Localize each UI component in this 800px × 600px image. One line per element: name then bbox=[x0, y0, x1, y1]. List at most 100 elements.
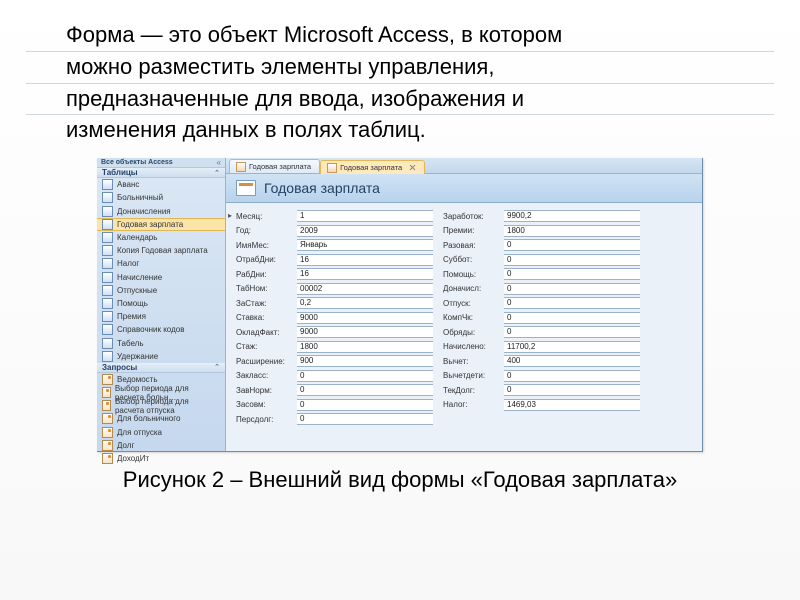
field-label: Отпуск: bbox=[443, 299, 498, 308]
sidebar-item-table[interactable]: Налог bbox=[97, 257, 225, 270]
table-icon bbox=[102, 258, 113, 269]
nav-item-label: Доначисления bbox=[117, 207, 171, 216]
field-value[interactable]: 1 bbox=[297, 210, 433, 222]
sidebar-item-table[interactable]: Календарь bbox=[97, 231, 225, 244]
query-icon bbox=[102, 440, 113, 451]
field-value[interactable]: 9000 bbox=[297, 326, 433, 338]
field-label: Засовм: bbox=[236, 400, 291, 409]
field-label: ИмяМес: bbox=[236, 241, 291, 250]
field-label: ТекДолг: bbox=[443, 386, 498, 395]
form-field: Стаж:1800 bbox=[236, 341, 433, 353]
form-field: ИмяМес: Январь bbox=[236, 239, 433, 251]
field-value[interactable]: 0 bbox=[504, 312, 640, 324]
field-value[interactable]: 900 bbox=[297, 355, 433, 367]
sidebar-item-table[interactable]: Больничный bbox=[97, 191, 225, 204]
field-value[interactable]: 0 bbox=[297, 399, 433, 411]
field-label: КомпЧк: bbox=[443, 313, 498, 322]
field-value[interactable]: 1469,03 bbox=[504, 399, 640, 411]
form-field: Премии:1800 bbox=[443, 225, 640, 237]
table-icon bbox=[102, 192, 113, 203]
form-row: Месяц:1Заработок:9900,2 bbox=[236, 209, 692, 224]
field-value[interactable]: 0 bbox=[504, 326, 640, 338]
sidebar-item-table[interactable]: Копия Годовая зарплата bbox=[97, 244, 225, 257]
sidebar-item-table[interactable]: Табель bbox=[97, 336, 225, 349]
sidebar-item-query[interactable]: Выбор периода для расчета отпуска bbox=[97, 399, 225, 412]
nav-item-label: Справочник кодов bbox=[117, 325, 184, 334]
form-field: Закласс:0 bbox=[236, 370, 433, 382]
form-icon bbox=[327, 163, 337, 173]
table-icon bbox=[102, 311, 113, 322]
sidebar-item-table[interactable]: Годовая зарплата bbox=[97, 218, 225, 231]
category-tables[interactable]: Таблицы ⌃ bbox=[97, 168, 225, 178]
table-icon bbox=[102, 179, 113, 190]
chevron-up-icon: ⌃ bbox=[214, 363, 220, 371]
form-title: Годовая зарплата bbox=[264, 180, 380, 196]
sidebar-item-table[interactable]: Помощь bbox=[97, 297, 225, 310]
sidebar-item-query[interactable]: Долг bbox=[97, 439, 225, 452]
field-value[interactable]: 0 bbox=[297, 384, 433, 396]
field-value[interactable]: 2009 bbox=[297, 225, 433, 237]
sidebar-item-table[interactable]: Удержание bbox=[97, 350, 225, 363]
field-label: ОкладФакт: bbox=[236, 328, 291, 337]
field-value[interactable]: 0 bbox=[504, 297, 640, 309]
form-row: Год:2009Премии:1800 bbox=[236, 224, 692, 239]
form-field: Расширение:900 bbox=[236, 355, 433, 367]
field-value[interactable]: Январь bbox=[297, 239, 433, 251]
close-icon[interactable] bbox=[409, 164, 416, 171]
sidebar-item-table[interactable]: Справочник кодов bbox=[97, 323, 225, 336]
field-value[interactable]: 11700,2 bbox=[504, 341, 640, 353]
field-value[interactable]: 0 bbox=[504, 384, 640, 396]
field-value[interactable]: 9000 bbox=[297, 312, 433, 324]
field-label: Разовая: bbox=[443, 241, 498, 250]
query-icon bbox=[102, 427, 113, 438]
sidebar-item-query[interactable]: ДоходИт bbox=[97, 452, 225, 465]
table-icon bbox=[102, 272, 113, 283]
field-label: Начислено: bbox=[443, 342, 498, 351]
field-value[interactable]: 0 bbox=[504, 268, 640, 280]
form-row: Персдолг: 0 bbox=[236, 412, 692, 427]
sidebar-item-table[interactable]: Начисление bbox=[97, 271, 225, 284]
form-row: ТабНом:00002Доначисл:0 bbox=[236, 282, 692, 297]
sidebar-item-table[interactable]: Премия bbox=[97, 310, 225, 323]
field-value[interactable]: 00002 bbox=[297, 283, 433, 295]
table-icon bbox=[102, 338, 113, 349]
field-label: ЗаСтаж: bbox=[236, 299, 291, 308]
queries-list: ВедомостьВыбор периода для расчета больн… bbox=[97, 373, 225, 465]
nav-item-label: Больничный bbox=[117, 193, 163, 202]
field-value[interactable]: 16 bbox=[297, 254, 433, 266]
chevron-up-icon: ⌃ bbox=[214, 169, 220, 177]
field-value[interactable]: 1800 bbox=[504, 225, 640, 237]
sidebar-item-table[interactable]: Аванс bbox=[97, 178, 225, 191]
document-tabs: Годовая зарплата Годовая зарплата bbox=[226, 158, 702, 174]
category-queries[interactable]: Запросы ⌃ bbox=[97, 363, 225, 373]
form-field: Засовм: 0 bbox=[236, 399, 433, 411]
field-value[interactable]: 400 bbox=[504, 355, 640, 367]
field-value[interactable]: 0 bbox=[504, 370, 640, 382]
form-field: Разовая: 0 bbox=[443, 239, 640, 251]
field-value[interactable]: 0 bbox=[504, 283, 640, 295]
field-value[interactable]: 0 bbox=[297, 413, 433, 425]
field-value[interactable]: 1800 bbox=[297, 341, 433, 353]
document-tab[interactable]: Годовая зарплата bbox=[229, 159, 320, 173]
category-label: Запросы bbox=[102, 363, 137, 372]
access-screenshot: Все объекты Access « Таблицы ⌃ Аванс Боль… bbox=[97, 158, 703, 452]
field-label: ТабНом: bbox=[236, 284, 291, 293]
field-value[interactable]: 0,2 bbox=[297, 297, 433, 309]
field-value[interactable]: 16 bbox=[297, 268, 433, 280]
field-label: Персдолг: bbox=[236, 415, 291, 424]
form-row: ЗавНорм:0ТекДолг:0 bbox=[236, 383, 692, 398]
table-icon bbox=[102, 206, 113, 217]
form-row: ОтрабДни:16Суббот:0 bbox=[236, 253, 692, 268]
sidebar-item-table[interactable]: Доначисления bbox=[97, 205, 225, 218]
form-field: ТабНом: 00002 bbox=[236, 283, 433, 295]
query-icon bbox=[102, 413, 113, 424]
tab-label: Годовая зарплата bbox=[249, 162, 311, 171]
document-tab[interactable]: Годовая зарплата bbox=[320, 160, 425, 174]
field-value[interactable]: 9900,2 bbox=[504, 210, 640, 222]
nav-pane-header[interactable]: Все объекты Access « bbox=[97, 158, 225, 168]
field-value[interactable]: 0 bbox=[297, 370, 433, 382]
field-value[interactable]: 0 bbox=[504, 254, 640, 266]
field-value[interactable]: 0 bbox=[504, 239, 640, 251]
sidebar-item-query[interactable]: Для отпуска bbox=[97, 426, 225, 439]
sidebar-item-table[interactable]: Отпускные bbox=[97, 284, 225, 297]
